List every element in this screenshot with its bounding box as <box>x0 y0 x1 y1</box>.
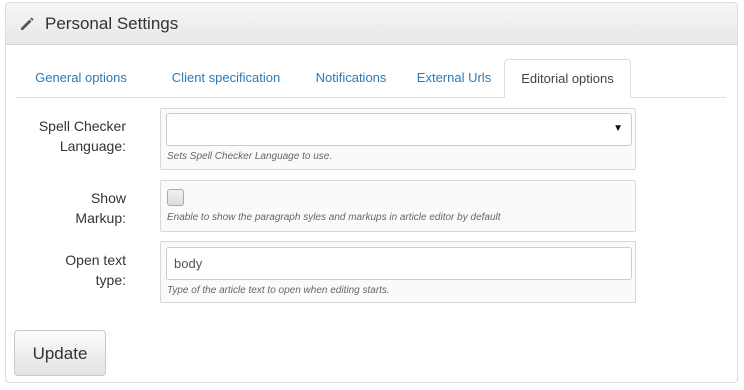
show-markup-label-line2: Markup: <box>75 210 126 226</box>
spell-checker-select[interactable]: ▼ <box>166 113 632 146</box>
show-markup-checkbox[interactable] <box>167 189 184 206</box>
tab-general-options[interactable]: General options <box>26 59 136 97</box>
tab-external-urls[interactable]: External Urls <box>408 59 500 97</box>
open-text-type-help: Type of the article text to open when ed… <box>167 285 390 296</box>
spell-checker-help: Sets Spell Checker Language to use. <box>167 151 333 162</box>
open-text-type-field-box: body Type of the article text to open wh… <box>160 241 636 303</box>
tab-editorial-options[interactable]: Editorial options <box>504 59 631 98</box>
tab-notifications[interactable]: Notifications <box>306 59 396 97</box>
tab-client-specification[interactable]: Client specification <box>156 59 296 97</box>
update-button[interactable]: Update <box>14 330 106 376</box>
show-markup-label: Show Markup: <box>6 188 126 228</box>
panel-header: Personal Settings <box>6 3 737 45</box>
show-markup-label-line1: Show <box>90 190 126 206</box>
spell-checker-label: Spell Checker Language: <box>6 116 126 156</box>
panel-title: Personal Settings <box>45 14 179 33</box>
show-markup-field-box: Enable to show the paragraph syles and m… <box>160 180 636 232</box>
pencil-icon <box>19 16 35 32</box>
open-text-type-input[interactable]: body <box>166 247 632 280</box>
chevron-down-icon: ▼ <box>613 123 623 134</box>
tab-bar: General options Client specification Not… <box>16 59 726 98</box>
open-text-type-label-line1: Open text <box>65 252 126 268</box>
spell-checker-field-box: ▼ Sets Spell Checker Language to use. <box>160 108 636 170</box>
show-markup-help: Enable to show the paragraph syles and m… <box>167 212 501 223</box>
open-text-type-label-line2: type: <box>95 272 126 288</box>
spell-checker-label-line2: Language: <box>59 138 126 154</box>
spell-checker-label-line1: Spell Checker <box>38 118 126 134</box>
open-text-type-label: Open text type: <box>6 250 126 290</box>
